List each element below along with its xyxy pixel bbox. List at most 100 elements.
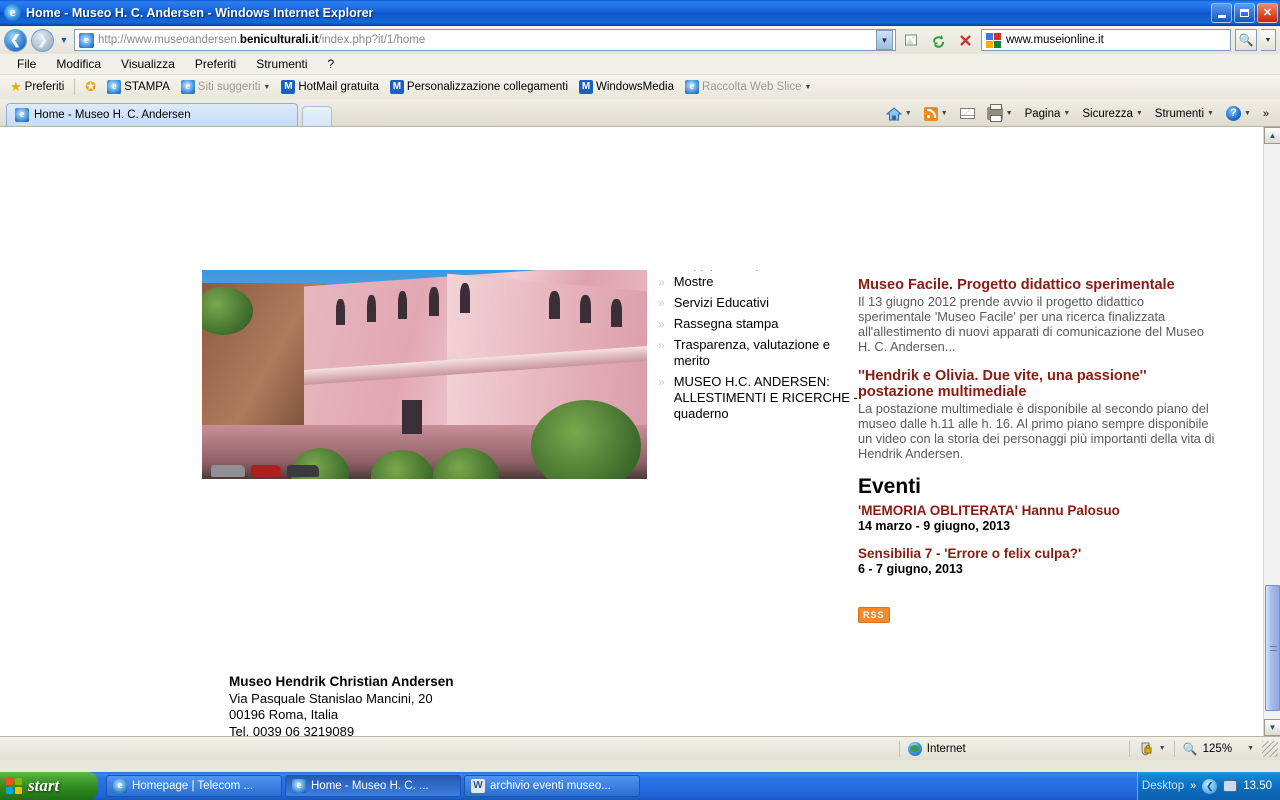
recent-pages-dropdown-icon[interactable]: ▼ [58,35,70,45]
new-tab-button[interactable] [302,106,332,126]
stop-button[interactable] [954,29,977,51]
sidebar-item-quaderno[interactable]: » MUSEO H.C. ANDERSEN: ALLESTIMENTI E RI… [658,371,858,424]
resize-grip-icon[interactable] [1262,740,1278,757]
museum-photo [202,270,647,479]
favorite-stampa[interactable]: e STAMPA [103,78,174,96]
star-icon: ★ [10,79,22,94]
help-menu-button[interactable]: ? ▼ [1221,104,1256,123]
add-to-favorites-button[interactable]: ✪ [81,77,100,97]
chevron-right-icon: » [658,295,665,310]
menu-bar: File Modifica Visualizza Preferiti Strum… [0,54,1280,74]
sidebar-item-servizi-educativi[interactable]: » Servizi Educativi [658,292,858,313]
network-icon[interactable] [1223,780,1238,792]
desktop-toolbar-label[interactable]: Desktop [1142,780,1184,792]
minimize-button[interactable] [1211,2,1232,23]
sidebar-item-trasparenza[interactable]: » Trasparenza, valutazione e merito [658,334,858,371]
scroll-down-button[interactable]: ▼ [1264,719,1280,736]
scroll-up-button[interactable]: ▲ [1264,127,1280,144]
chevron-down-icon: ▼ [1063,110,1071,117]
favorites-separator [74,79,76,95]
sidebar-item-rassegna-stampa[interactable]: » Rassegna stampa [658,313,858,334]
taskbar-item-archivio-eventi[interactable]: W archivio eventi museo... [464,775,640,797]
museum-city: 00196 Roma, Italia [229,707,339,723]
zoom-icon: 🔍 [1182,741,1198,756]
page-menu-button[interactable]: Pagina ▼ [1020,106,1076,122]
chevron-down-icon[interactable]: ▼ [1006,110,1013,117]
command-bar: ▼ ▼ ▼ Pagina ▼ Sicurezza ▼ Strumenti ▼ ?… [881,104,1280,126]
events-heading: Eventi [858,475,922,498]
menu-item-strumenti[interactable]: Strumenti [247,55,316,73]
address-input[interactable]: http://www.museoandersen.beniculturali.i… [74,29,896,51]
news-title[interactable]: ''Hendrik e Olivia. Due vite, una passio… [858,368,1218,400]
news-item: ''Hendrik e Olivia. Due vite, una passio… [858,368,1218,461]
vertical-scrollbar[interactable]: ▲ ▼ [1263,127,1280,736]
security-zone[interactable]: Internet [900,737,974,760]
show-hidden-icons-button[interactable]: ❮ [1202,778,1218,794]
status-bar: Internet ▼ 🔍 125% ▼ [0,736,1280,760]
back-button[interactable]: ❮ [4,28,27,52]
google-search-provider-icon [986,32,1001,48]
favorite-web-slice[interactable]: e Raccolta Web Slice ▼ [681,78,815,96]
event-item: Sensibilia 7 - 'Errore o felix culpa?' 6… [858,546,1218,577]
tab-bar: e Home - Museo H. C. Andersen ▼ ▼ ▼ Pagi… [0,99,1280,126]
menu-item-modifica[interactable]: Modifica [47,55,110,73]
start-button[interactable]: start [0,772,98,800]
chevron-double-right-icon: » [1262,107,1269,120]
tools-menu-button[interactable]: Strumenti ▼ [1150,106,1219,122]
mail-button[interactable] [955,106,980,121]
safety-menu-button[interactable]: Sicurezza ▼ [1077,106,1147,122]
scrollbar-thumb[interactable] [1265,585,1280,711]
chevron-down-icon: ▼ [804,83,812,91]
rss-feed-badge[interactable]: RSS [858,607,890,623]
menu-item-preferiti[interactable]: Preferiti [186,55,245,73]
sidebar-item-mostre[interactable]: » Mostre [658,271,858,292]
news-title[interactable]: Museo Facile. Progetto didattico sperime… [858,277,1218,293]
compatibility-view-button[interactable] [900,29,923,51]
print-button[interactable]: ▼ [982,104,1018,122]
add-favorite-icon: ✪ [85,79,97,94]
refresh-button[interactable] [927,29,950,51]
taskbar-clock[interactable]: 13.50 [1243,780,1272,792]
close-button[interactable]: ✕ [1257,2,1278,23]
tab-home-museo-andersen[interactable]: e Home - Museo H. C. Andersen [6,103,298,126]
taskbar-item-telecom[interactable]: e Homepage | Telecom ... [106,775,282,797]
home-button[interactable]: ▼ [881,105,917,123]
search-value: www.museionline.it [1006,34,1104,46]
chevron-down-icon[interactable]: ▼ [941,110,948,117]
chevron-down-icon[interactable]: ▼ [1159,745,1166,752]
zoom-level[interactable]: 🔍 125% ▼ [1175,737,1262,760]
title-bar: Home - Museo H. C. Andersen - Windows In… [0,0,1280,26]
menu-item-help[interactable]: ? [319,55,344,73]
menu-item-visualizza[interactable]: Visualizza [112,55,184,73]
compatibility-icon [905,34,917,45]
command-bar-overflow-button[interactable]: » [1258,106,1274,122]
protected-mode-indicator[interactable]: ▼ [1130,737,1174,760]
lock-shield-icon [1141,742,1152,756]
chevron-right-icon: » [658,268,665,272]
address-bar: ❮ ❯ ▼ http://www.museoandersen.benicultu… [0,26,1280,54]
event-date: 14 marzo - 9 giugno, 2013 [858,519,1011,533]
event-title[interactable]: Sensibilia 7 - 'Errore o felix culpa?' [858,546,1218,562]
favorites-button[interactable]: ★ Preferiti [6,77,68,97]
forward-button[interactable]: ❯ [31,28,54,52]
chevron-right-icon: » [658,374,665,389]
search-options-dropdown-icon[interactable]: ▼ [1261,29,1276,51]
address-dropdown-icon[interactable]: ▼ [876,30,893,50]
chevron-down-icon[interactable]: ▼ [1247,745,1254,752]
favorite-personalizzazione[interactable]: M Personalizzazione collegamenti [386,78,572,96]
menu-item-file[interactable]: File [8,55,45,73]
feeds-button[interactable]: ▼ [919,105,953,123]
msn-icon: M [579,80,593,94]
chevron-right-icon: » [658,337,665,352]
favorite-hotmail[interactable]: M HotMail gratuita [277,78,383,96]
favorite-siti-suggeriti[interactable]: e Siti suggeriti ▼ [177,78,275,96]
chevron-down-icon[interactable]: ▼ [905,110,912,117]
chevron-double-right-icon[interactable]: » [1190,780,1196,792]
taskbar-item-museo-andersen[interactable]: e Home - Museo H. C. ... [285,775,461,797]
favorite-windowsmedia[interactable]: M WindowsMedia [575,78,678,96]
page-viewport: » Archivio eventi » Mostre » Servizi Edu… [0,126,1280,736]
maximize-button[interactable] [1234,2,1255,23]
event-title[interactable]: 'MEMORIA OBLITERATA' Hannu Palosuo [858,503,1218,519]
search-go-button[interactable]: 🔍 [1235,29,1257,51]
search-input[interactable]: www.museionline.it [981,29,1231,51]
